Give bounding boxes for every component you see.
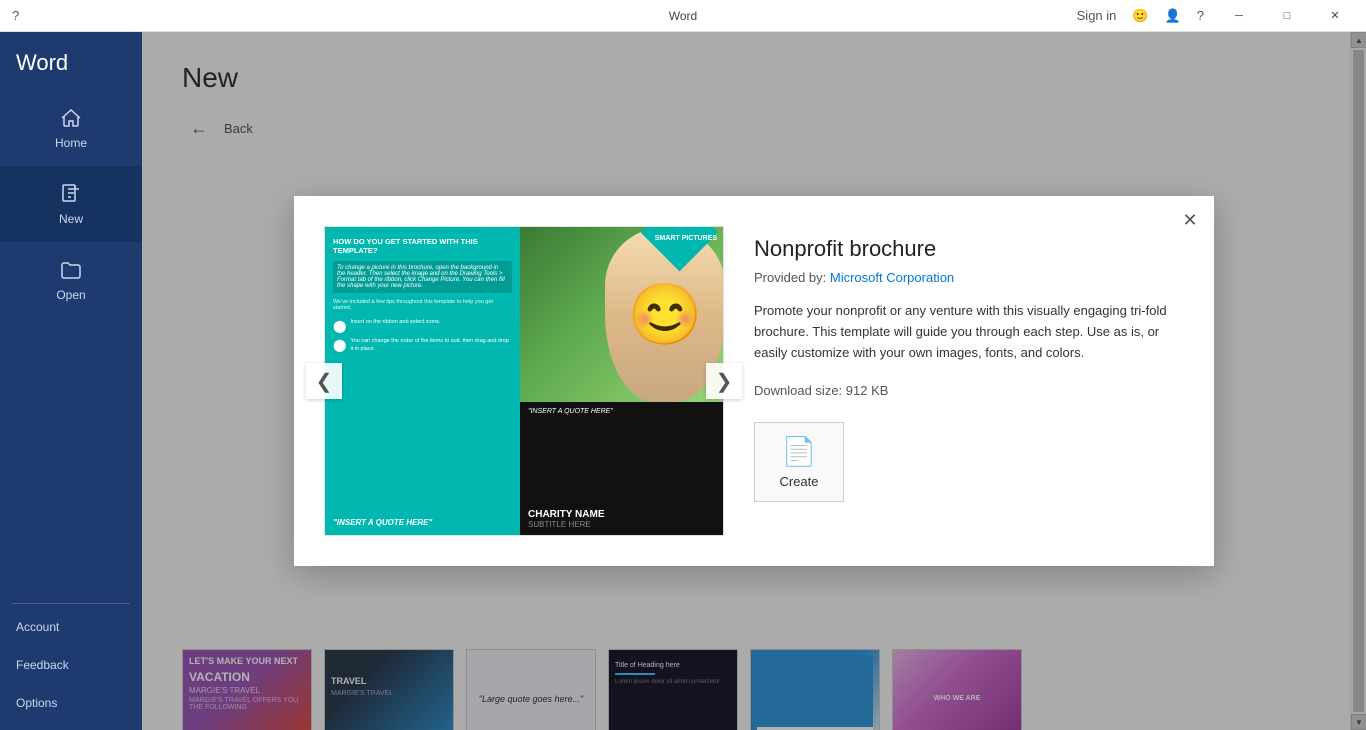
modal-info-panel: Nonprofit brochure Provided by: Microsof… [754, 226, 1184, 502]
sidebar-divider [12, 603, 130, 604]
modal-close-button[interactable]: ✕ [1176, 206, 1204, 234]
sidebar-item-feedback[interactable]: Feedback [0, 646, 142, 684]
download-value: 912 KB [846, 383, 889, 398]
brochure-smart-pictures: SMART PICTURES [655, 235, 717, 242]
open-icon [59, 258, 83, 282]
title-bar: ? Word Sign in 🙂 👤 ? ─ □ ✕ [0, 0, 1366, 32]
sidebar-nav: Home New Open [0, 90, 142, 599]
sidebar-item-home[interactable]: Home [0, 90, 142, 166]
brochure-quote2: "INSERT A QUOTE HERE" [528, 408, 717, 415]
sidebar-new-label: New [59, 212, 83, 226]
sidebar-bottom: Account Feedback Options [0, 599, 142, 730]
modal-title: Nonprofit brochure [754, 236, 1184, 262]
modal-description: Promote your nonprofit or any venture wi… [754, 301, 1184, 363]
home-icon [59, 106, 83, 130]
sidebar-app-name: Word [0, 32, 142, 90]
sidebar: Word Home New [0, 32, 142, 730]
template-detail-modal: ✕ ❮ HOW DO YOU GET STARTED WITH THIS TEM… [294, 196, 1214, 566]
provider-link[interactable]: Microsoft Corporation [830, 270, 954, 285]
app-body: Word Home New [0, 32, 1366, 730]
minimize-button[interactable]: ─ [1216, 0, 1262, 32]
provider-label: Provided by: [754, 270, 826, 285]
brochure-we-included: We've included a few tips throughout thi… [333, 299, 512, 311]
download-size: Download size: 912 KB [754, 383, 1184, 398]
help-icon[interactable]: ? [8, 6, 23, 25]
modal-overlay[interactable]: ✕ ❮ HOW DO YOU GET STARTED WITH THIS TEM… [142, 32, 1366, 730]
modal-body: ❮ HOW DO YOU GET STARTED WITH THIS TEMPL… [294, 196, 1214, 566]
brochure-quote1: "INSERT A QUOTE HERE" [333, 518, 512, 527]
create-icon: 📄 [782, 435, 817, 468]
options-label: Options [16, 696, 57, 710]
sidebar-item-new[interactable]: New [0, 166, 142, 242]
signin-button[interactable]: Sign in [1073, 6, 1121, 25]
sidebar-item-account[interactable]: Account [0, 608, 142, 646]
help-button[interactable]: ? [1193, 6, 1208, 25]
sidebar-item-open[interactable]: Open [0, 242, 142, 318]
sidebar-home-label: Home [55, 136, 87, 150]
modal-prev-button[interactable]: ❮ [306, 363, 342, 399]
brochure-panel-text1: Insert on the ribbon and select icons. [350, 319, 440, 327]
brochure-panel-text2: You can change the order of the items to… [350, 338, 512, 353]
title-bar-left: ? [8, 6, 23, 25]
app-title: Word [669, 9, 697, 23]
modal-preview-container: ❮ HOW DO YOU GET STARTED WITH THIS TEMPL… [324, 226, 724, 536]
modal-preview-image: HOW DO YOU GET STARTED WITH THIS TEMPLAT… [324, 226, 724, 536]
close-button[interactable]: ✕ [1312, 0, 1358, 32]
new-icon [59, 182, 83, 206]
modal-next-button[interactable]: ❯ [706, 363, 742, 399]
create-button[interactable]: 📄 Create [754, 422, 844, 502]
title-bar-right: Sign in 🙂 👤 ? ─ □ ✕ [1073, 0, 1358, 32]
content-area: New ← Back LET'S MAKE YOUR NEXT VACATION… [142, 32, 1366, 730]
smiley-icon[interactable]: 🙂 [1128, 6, 1152, 26]
brochure-title: HOW DO YOU GET STARTED WITH THIS TEMPLAT… [333, 237, 512, 255]
feedback-label: Feedback [16, 658, 69, 672]
window-controls: ─ □ ✕ [1216, 0, 1358, 32]
maximize-button[interactable]: □ [1264, 0, 1310, 32]
account-label: Account [16, 620, 59, 634]
brochure-charity-name: CHARITY NAME [528, 509, 717, 520]
create-label: Create [779, 474, 818, 489]
person-icon[interactable]: 👤 [1161, 6, 1185, 26]
brochure-tip: To change a picture in this brochure, op… [337, 265, 505, 289]
modal-provider: Provided by: Microsoft Corporation [754, 270, 1184, 285]
brochure-subtitle: SUBTITLE HERE [528, 520, 717, 529]
sidebar-item-options[interactable]: Options [0, 684, 142, 722]
download-label: Download size: [754, 383, 842, 398]
sidebar-open-label: Open [56, 288, 85, 302]
